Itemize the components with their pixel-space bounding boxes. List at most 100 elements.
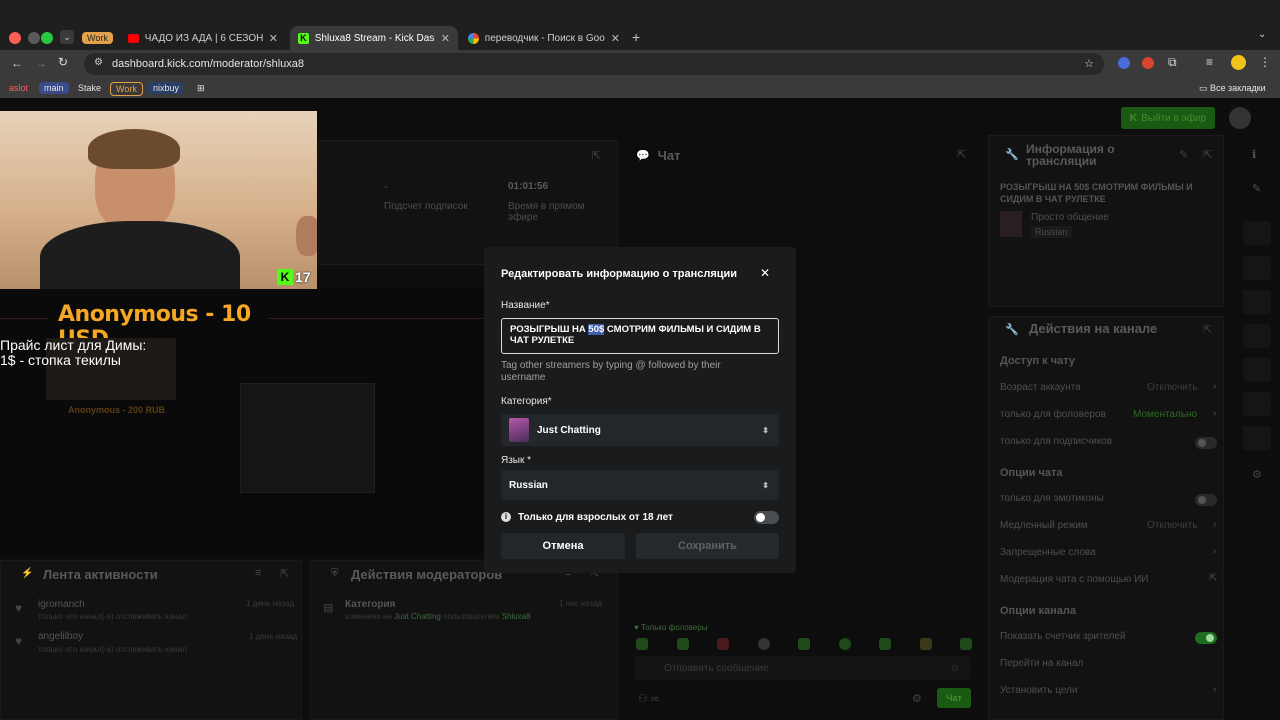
site-settings-icon[interactable]: ⚙	[94, 57, 103, 68]
stream-title-input[interactable]: РОЗЫГРЫШ НА 50$ СМОТРИМ ФИЛЬМЫ И СИДИМ В…	[501, 318, 779, 354]
close-tab-icon[interactable]: ✕	[441, 32, 450, 45]
adult-only-toggle[interactable]	[754, 511, 779, 524]
bookmark-nixbuy[interactable]: nixbuy	[148, 82, 185, 94]
forward-arrow-icon[interactable]: →	[35, 56, 47, 70]
activity-user[interactable]: angelilboy	[38, 631, 83, 642]
emote-icon[interactable]	[798, 638, 810, 650]
new-tab-button[interactable]: +	[632, 29, 640, 45]
menu-kebab-icon[interactable]: ⋮	[1259, 55, 1271, 69]
go-to-channel-label[interactable]: Перейти на канал	[1000, 658, 1083, 669]
set-goals-label[interactable]: Установить цели	[1000, 685, 1078, 696]
settings-icon[interactable]: ⚙	[1252, 468, 1262, 481]
rail-button-2[interactable]	[1243, 256, 1271, 280]
mod-action-user[interactable]: Shluxa8	[502, 612, 531, 621]
emote-icon[interactable]	[960, 638, 972, 650]
tab-group-label: Work	[82, 32, 113, 44]
emote-icon[interactable]	[636, 638, 648, 650]
media-control-icon[interactable]: ≡	[1206, 55, 1213, 69]
extension-icon-2[interactable]	[1142, 57, 1154, 69]
info-icon[interactable]: ℹ	[1252, 148, 1256, 161]
category-select[interactable]: Just Chatting ⬍	[501, 414, 779, 446]
bookmark-main[interactable]: main	[39, 82, 69, 94]
extensions-puzzle-icon[interactable]: ⧉	[1168, 55, 1177, 70]
save-button[interactable]: Сохранить	[636, 533, 779, 559]
sub-count-label: Подсчет подписок	[384, 201, 468, 212]
banned-words-label[interactable]: Запрещенные слова	[1000, 547, 1096, 558]
tab-youtube[interactable]: ЧАДО ИЗ АДА | 6 СЕЗОН | 1… ✕	[120, 27, 286, 49]
modal-title: Редактировать информацию о трансляции	[501, 268, 738, 280]
followers-only-value[interactable]: Моментально	[1133, 409, 1197, 420]
close-tab-icon[interactable]: ✕	[269, 32, 278, 45]
back-arrow-icon[interactable]: ←	[11, 56, 23, 70]
close-tab-icon[interactable]: ✕	[611, 32, 620, 45]
emote-icon[interactable]	[676, 638, 689, 650]
chat-bubble-icon: 💬	[636, 150, 650, 162]
rail-button-6[interactable]	[1243, 392, 1271, 416]
rail-button-5[interactable]	[1243, 358, 1271, 382]
ai-moderation-label[interactable]: Модерация чата с помощью ИИ	[1000, 574, 1148, 585]
chat-message-input[interactable]: Отправить сообщение ☺	[634, 656, 970, 680]
followers-only-indicator: ♥ Только фоловеры	[634, 623, 708, 632]
chevron-right-icon[interactable]: ›	[1213, 546, 1216, 557]
emote-icon[interactable]	[919, 638, 932, 650]
tab-google-search[interactable]: переводчик - Поиск в Google ✕	[460, 27, 628, 49]
emotes-only-toggle[interactable]	[1195, 494, 1217, 506]
mod-action-category[interactable]: Just Chatting	[394, 612, 441, 621]
language-value: Russian	[509, 479, 548, 491]
account-age-value[interactable]: Отключить	[1147, 382, 1198, 393]
tab-search-chevron-icon[interactable]: ⌄	[60, 30, 74, 44]
minimize-window-button[interactable]	[28, 32, 40, 44]
chat-popout-icon[interactable]: ⇱	[957, 148, 966, 161]
external-link-icon[interactable]: ⇱	[1209, 573, 1217, 584]
tab-kick-dashboard[interactable]: K Shluxa8 Stream - Kick Dashb… ✕	[290, 26, 458, 50]
chevron-right-icon[interactable]: ›	[1213, 684, 1216, 695]
apps-grid-icon[interactable]: ⊞	[192, 82, 210, 95]
emote-icon[interactable]	[879, 638, 891, 650]
zoom-window-button[interactable]	[41, 32, 53, 44]
cancel-button[interactable]: Отмена	[501, 533, 625, 559]
profile-avatar[interactable]	[1231, 55, 1246, 70]
rail-button-1[interactable]	[1243, 221, 1271, 245]
chat-send-button[interactable]: Чат	[937, 688, 971, 708]
activity-user[interactable]: igromanch	[38, 599, 85, 610]
emote-icon[interactable]	[757, 638, 770, 650]
emote-icon[interactable]	[717, 638, 729, 650]
activity-popout-icon[interactable]: ⇱	[280, 567, 289, 580]
go-live-button[interactable]: K Выйти в эфир	[1121, 107, 1215, 129]
emoji-icon[interactable]: ☺	[950, 663, 960, 674]
stream-info-popout-icon[interactable]: ⇱	[1203, 148, 1212, 161]
all-bookmarks[interactable]: ▭ Все закладки	[1194, 82, 1271, 95]
slow-mode-value[interactable]: Отключить	[1147, 520, 1198, 531]
filter-icon[interactable]: ≡	[255, 567, 261, 579]
bookmark-stake[interactable]: Stake	[73, 82, 106, 94]
chat-users-icon[interactable]: ⚇ ∞	[638, 692, 659, 705]
viewer-count-toggle[interactable]	[1195, 632, 1217, 644]
tab-list-chevron-icon[interactable]: ⌄	[1258, 29, 1266, 40]
edit-icon[interactable]: ✎	[1252, 182, 1261, 195]
bookmark-aslot[interactable]: aslot	[4, 82, 33, 94]
popout-icon[interactable]: ⇱	[592, 149, 601, 162]
extension-icon[interactable]	[1118, 57, 1130, 69]
user-avatar[interactable]	[1229, 107, 1251, 129]
language-badge: Russian	[1031, 226, 1072, 238]
close-window-button[interactable]	[9, 32, 21, 44]
rail-button-3[interactable]	[1243, 290, 1271, 314]
info-icon[interactable]: i	[501, 512, 511, 522]
chevron-right-icon[interactable]: ›	[1213, 381, 1216, 392]
close-icon[interactable]: ✕	[760, 266, 770, 280]
chevron-right-icon[interactable]: ›	[1213, 408, 1216, 419]
subscribers-only-toggle[interactable]	[1195, 437, 1217, 449]
address-bar[interactable]: ⚙ dashboard.kick.com/moderator/shluxa8 ☆	[84, 53, 1104, 75]
rail-button-4[interactable]	[1243, 324, 1271, 348]
language-select[interactable]: Russian ⬍	[501, 470, 779, 500]
emote-icon[interactable]	[838, 638, 851, 650]
chat-settings-gear-icon[interactable]: ⚙	[912, 692, 922, 705]
tab-group-work[interactable]: Work	[80, 27, 114, 49]
chevron-right-icon[interactable]: ›	[1213, 519, 1216, 530]
rail-button-7[interactable]	[1243, 426, 1271, 450]
bookmark-star-icon[interactable]: ☆	[1084, 57, 1094, 70]
bookmark-work[interactable]: Work	[110, 82, 143, 96]
edit-pencil-icon[interactable]: ✎	[1179, 148, 1188, 161]
reload-icon[interactable]: ↻	[58, 55, 68, 69]
channel-actions-popout-icon[interactable]: ⇱	[1203, 323, 1212, 336]
